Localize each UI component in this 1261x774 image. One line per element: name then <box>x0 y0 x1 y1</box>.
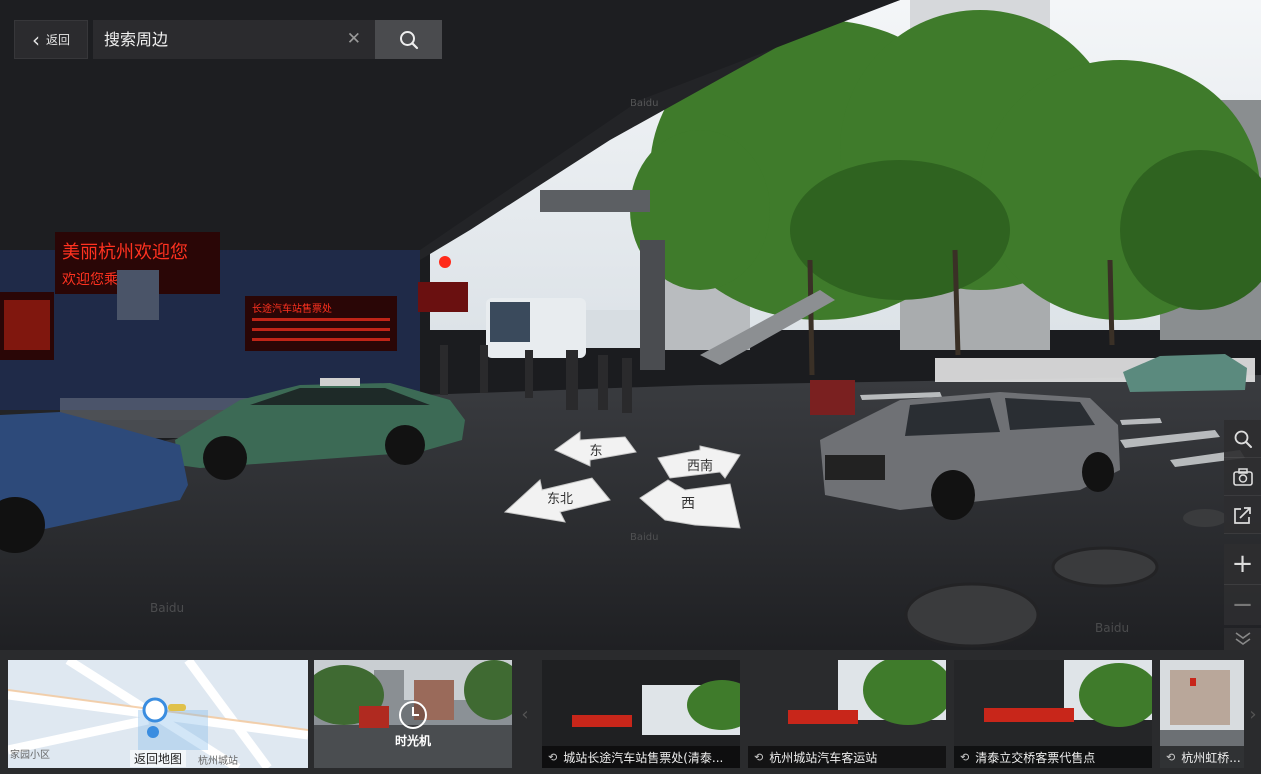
top-bar: ‹ 返回 ✕ <box>14 20 442 59</box>
share-button[interactable] <box>1224 496 1261 534</box>
double-chevron-down-icon <box>1235 632 1250 645</box>
camera-icon <box>1232 467 1253 486</box>
chevron-left-icon: ‹ <box>31 27 40 52</box>
filmstrip-next-button[interactable]: › <box>1245 660 1261 768</box>
poi-caption: 杭州虹桥... <box>1181 750 1241 765</box>
side-toolbar <box>1224 420 1261 534</box>
nav-label-southwest: 东北 <box>547 492 573 507</box>
watermark: Baidu <box>150 601 184 615</box>
zoom-in-button[interactable]: + <box>1224 544 1261 584</box>
pano-icon: ⟲ <box>1166 750 1176 764</box>
screenshot-button[interactable] <box>1224 458 1261 496</box>
collapse-filmstrip-button[interactable] <box>1224 628 1261 650</box>
zoom-control: + − <box>1224 544 1261 625</box>
pano-icon: ⟲ <box>548 750 558 764</box>
poi-caption: 杭州城站汽车客运站 <box>769 750 878 765</box>
nav-label-east: 东 <box>589 444 602 459</box>
search-icon <box>1234 430 1252 448</box>
led-text-1: 美丽杭州欢迎您 <box>62 242 188 263</box>
search-icon <box>399 30 418 49</box>
search-nearby-button[interactable] <box>1224 420 1261 458</box>
nav-label-west: 西 <box>681 496 695 512</box>
poi-thumb[interactable]: ⟲ 清泰立交桥客票代售点 <box>954 660 1152 768</box>
search-box: ✕ <box>93 20 375 59</box>
poi-thumb[interactable]: ⟲ 杭州虹桥... <box>1160 660 1244 768</box>
pano-icon: ⟲ <box>960 750 970 764</box>
location-pin-icon <box>142 697 168 723</box>
street-view-panorama[interactable]: 美丽杭州欢迎您 欢迎您乘座 长途汽车站售票处 Baidu Baidu Baidu… <box>0 0 1261 650</box>
zoom-out-button[interactable]: − <box>1224 584 1261 625</box>
return-to-map-label: 返回地图 <box>129 749 186 767</box>
search-input[interactable] <box>102 29 346 50</box>
back-label: 返回 <box>45 33 70 47</box>
back-button[interactable]: ‹ 返回 <box>14 20 88 59</box>
pano-icon: ⟲ <box>754 750 764 764</box>
watermark: Baidu <box>630 98 658 109</box>
led-text-3: 长途汽车站售票处 <box>252 302 332 315</box>
clock-icon <box>398 700 428 730</box>
panorama-scene: 美丽杭州欢迎您 欢迎您乘座 长途汽车站售票处 Baidu Baidu Baidu… <box>0 0 1261 650</box>
filmstrip-prev-button[interactable]: ‹ <box>514 660 536 768</box>
led-sign-ticket-office: 长途汽车站售票处 <box>245 296 397 351</box>
watermark: Baidu <box>630 532 658 543</box>
poi-thumb[interactable]: ⟲ 杭州城站汽车客运站 <box>748 660 946 768</box>
time-machine-label: 时光机 <box>394 734 431 748</box>
return-to-map-thumb[interactable]: 家园小区 杭州城站 返回地图 <box>8 660 308 768</box>
watermark: Baidu <box>1095 621 1129 635</box>
time-machine-thumb[interactable]: 时光机 <box>314 660 512 768</box>
filmstrip: 家园小区 杭州城站 返回地图 时光机 ‹ ⟲ 城站长途汽车站售票处(清泰... … <box>0 650 1261 774</box>
poi-caption: 清泰立交桥客票代售点 <box>975 750 1096 765</box>
share-icon <box>1233 506 1251 524</box>
poi-caption: 城站长途汽车站售票处(清泰... <box>563 750 724 765</box>
bus-station-icon <box>147 726 159 738</box>
poi-thumb[interactable]: ⟲ 城站长途汽车站售票处(清泰... <box>542 660 740 768</box>
clear-icon[interactable]: ✕ <box>347 29 361 49</box>
nav-label-northeast: 西南 <box>687 458 713 474</box>
search-button[interactable] <box>375 20 442 59</box>
